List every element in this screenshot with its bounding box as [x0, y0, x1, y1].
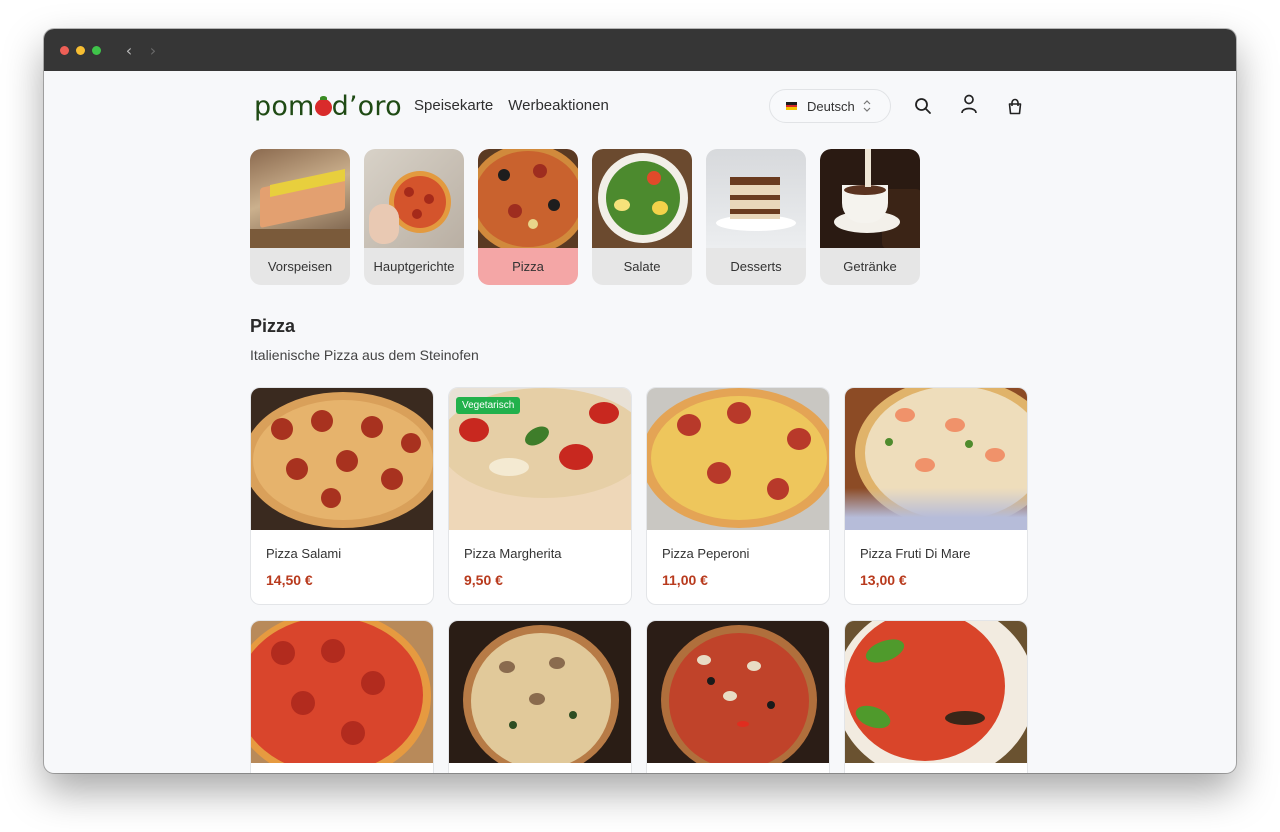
logo-text-start: pom	[254, 91, 315, 122]
product-price: 9,50 €	[464, 572, 503, 588]
category-label: Getränke	[843, 259, 897, 274]
close-window-button[interactable]	[60, 45, 69, 55]
product-card[interactable]	[844, 620, 1028, 773]
product-price: 14,50 €	[266, 572, 313, 588]
category-salate[interactable]: Salate	[592, 149, 692, 285]
category-image	[364, 149, 464, 248]
category-image	[820, 149, 920, 248]
shopping-bag-icon[interactable]	[1004, 95, 1026, 117]
product-image	[647, 621, 829, 763]
product-card[interactable]	[646, 620, 830, 773]
product-image	[845, 388, 1027, 530]
tomato-icon	[314, 96, 332, 116]
product-name: Pizza Margherita	[464, 546, 562, 561]
browser-window: ‹ › pom d’oro Speisekarte Werbeaktionen D…	[44, 29, 1236, 773]
main-nav: Speisekarte Werbeaktionen	[414, 97, 609, 114]
product-card[interactable]: Pizza Salami 14,50 €	[250, 387, 434, 605]
forward-arrow-icon[interactable]: ›	[146, 41, 160, 60]
category-label: Salate	[623, 259, 661, 274]
category-hauptgerichte[interactable]: Hauptgerichte	[364, 149, 464, 285]
search-icon[interactable]	[912, 95, 934, 117]
category-label: Desserts	[730, 259, 782, 274]
product-card[interactable]	[448, 620, 632, 773]
maximize-window-button[interactable]	[92, 45, 101, 55]
vegetarian-badge: Vegetarisch	[456, 397, 521, 414]
category-desserts[interactable]: Desserts	[706, 149, 806, 285]
product-price: 13,00 €	[860, 572, 907, 588]
category-label: Pizza	[512, 259, 544, 274]
user-icon[interactable]	[958, 93, 980, 115]
category-label: Hauptgerichte	[373, 259, 455, 274]
page-content: pom d’oro Speisekarte Werbeaktionen Deuts…	[44, 71, 1236, 773]
language-label: Deutsch	[807, 98, 855, 114]
chevron-updown-icon	[863, 100, 871, 112]
nav-link-werbeaktionen[interactable]: Werbeaktionen	[508, 97, 609, 114]
logo-text-end: d’oro	[331, 91, 402, 122]
category-getraenke[interactable]: Getränke	[820, 149, 920, 285]
category-pizza[interactable]: Pizza	[478, 149, 578, 285]
category-list: Vorspeisen Hauptgerichte Pizza Salate De…	[250, 149, 920, 285]
product-name: Pizza Salami	[266, 546, 342, 561]
category-vorspeisen[interactable]: Vorspeisen	[250, 149, 350, 285]
product-card[interactable]: Vegetarisch Pizza Margherita 9,50 €	[448, 387, 632, 605]
category-image	[706, 149, 806, 248]
category-image	[478, 149, 578, 248]
section-title: Pizza	[250, 316, 296, 336]
section-subtitle: Italienische Pizza aus dem Steinofen	[250, 347, 479, 363]
german-flag-icon	[786, 102, 797, 111]
category-image	[592, 149, 692, 248]
browser-titlebar: ‹ ›	[44, 29, 1236, 71]
product-card[interactable]: Pizza Fruti Di Mare 13,00 €	[844, 387, 1028, 605]
product-image	[251, 621, 433, 763]
product-price: 11,00 €	[662, 572, 708, 588]
product-image	[251, 388, 433, 530]
category-label: Vorspeisen	[267, 259, 333, 274]
back-arrow-icon[interactable]: ‹	[122, 41, 136, 60]
product-card[interactable]: Pizza Peperoni 11,00 €	[646, 387, 830, 605]
product-image	[845, 621, 1027, 763]
nav-link-speisekarte[interactable]: Speisekarte	[414, 97, 493, 114]
site-header: pom d’oro Speisekarte Werbeaktionen Deuts…	[254, 71, 1024, 143]
logo[interactable]: pom d’oro	[254, 91, 402, 122]
product-image	[647, 388, 829, 530]
category-image	[250, 149, 350, 248]
minimize-window-button[interactable]	[76, 45, 85, 55]
product-image	[449, 621, 631, 763]
product-name: Pizza Fruti Di Mare	[860, 546, 971, 561]
product-name: Pizza Peperoni	[662, 546, 750, 561]
language-selector[interactable]: Deutsch	[769, 89, 891, 123]
product-card[interactable]	[250, 620, 434, 773]
